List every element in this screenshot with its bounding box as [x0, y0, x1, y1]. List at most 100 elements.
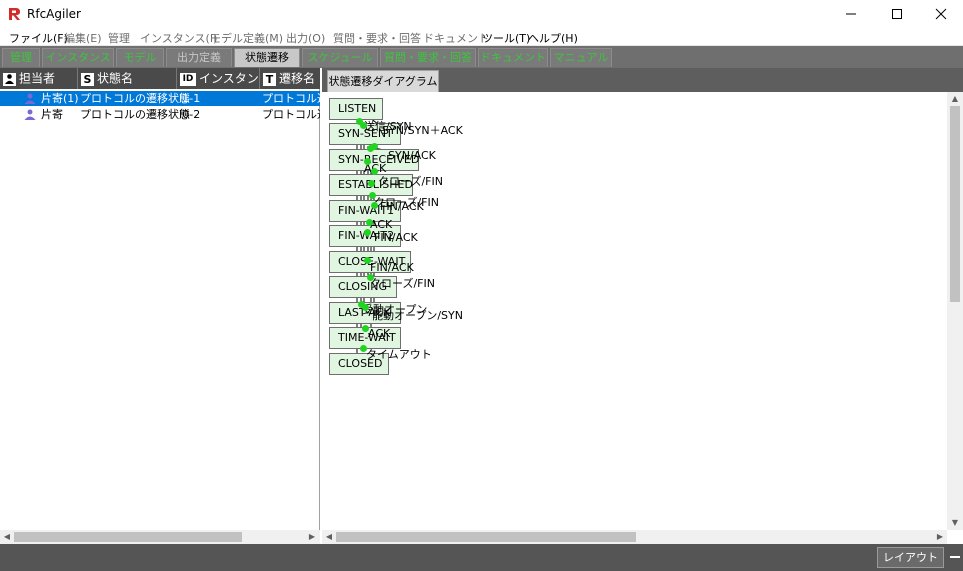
column-state-name[interactable]: S 状態名: [78, 68, 177, 89]
status-bar: レイアウト: [0, 544, 963, 571]
transition-handle[interactable]: [364, 229, 371, 236]
tab-admin[interactable]: 管理: [2, 48, 40, 67]
maximize-button[interactable]: [874, 0, 920, 28]
menu-instance[interactable]: インスタンス(I): [140, 30, 217, 46]
collapse-icon[interactable]: [950, 556, 960, 558]
tab-document[interactable]: ドキュメント: [478, 48, 548, 67]
cell-owner: 片寄(1): [41, 92, 79, 105]
column-instance-id-label: インスタンスID: [199, 71, 259, 86]
scroll-left-icon[interactable]: ◀: [322, 530, 336, 544]
transition-label[interactable]: 能動オープン/SYN: [372, 310, 463, 322]
transition-label[interactable]: SYN/SYN＋ACK: [382, 125, 463, 137]
person-icon: [3, 72, 16, 86]
transition-handle[interactable]: [360, 122, 367, 129]
transition-label[interactable]: タイムアウト: [366, 349, 432, 361]
diagram-tabbar: 状態遷移ダイアグラム: [322, 68, 963, 92]
scroll-right-icon[interactable]: ▶: [933, 530, 947, 544]
transition-label[interactable]: SYN/ACK: [388, 150, 436, 162]
menu-bar: ファイル(F) 編集(E) 管理 インスタンス(I) モデル定義(M) 出力(O…: [0, 28, 963, 46]
menu-qa[interactable]: 質問・要求・回答: [333, 30, 421, 46]
state-listen[interactable]: LISTEN: [329, 98, 383, 120]
tab-state-transition[interactable]: 状態遷移: [234, 48, 300, 67]
tab-manual[interactable]: マニュアル: [550, 48, 612, 67]
column-transition-label: 遷移名: [279, 71, 316, 86]
list-horizontal-scrollbar[interactable]: ◀ ▶: [0, 530, 320, 544]
module-tabstrip: 管理 インスタンス モデル 出力定義 状態遷移 スケジュール 質問・要求・回答 …: [0, 46, 963, 68]
close-button[interactable]: [918, 0, 963, 28]
scrollbar-thumb[interactable]: [336, 532, 636, 542]
scrollbar-thumb[interactable]: [14, 532, 242, 542]
close-icon: [935, 8, 947, 20]
tab-model[interactable]: モデル: [116, 48, 164, 67]
menu-output[interactable]: 出力(O): [286, 30, 325, 46]
person-icon: [24, 109, 36, 120]
transition-label[interactable]: ACK: [368, 328, 390, 340]
diagram-horizontal-scrollbar[interactable]: ◀ ▶: [322, 530, 947, 544]
diagram-pane: 状態遷移ダイアグラム LISTEN SYN-SENT SYN-RECEIVED …: [322, 68, 963, 544]
transition-handle[interactable]: [367, 274, 374, 281]
tab-output-definition[interactable]: 出力定義: [166, 48, 232, 67]
scroll-down-icon[interactable]: ▼: [948, 516, 962, 530]
tab-schedule[interactable]: スケジュール: [302, 48, 378, 67]
id-icon: ID: [180, 72, 196, 86]
tab-qa[interactable]: 質問・要求・回答: [380, 48, 476, 67]
scroll-left-icon[interactable]: ◀: [0, 530, 14, 544]
cell-state-name: プロトコルの遷移状態: [80, 92, 190, 105]
cell-instance-id: I1-1: [179, 92, 201, 105]
tab-instance[interactable]: インスタンス: [42, 48, 114, 67]
cell-state-name: プロトコルの遷移状態: [80, 108, 190, 121]
minimize-icon: [846, 13, 856, 15]
transition-t-icon: T: [263, 72, 276, 86]
transition-handle[interactable]: [360, 345, 367, 352]
scroll-up-icon[interactable]: ▲: [948, 92, 962, 106]
diagram-canvas[interactable]: LISTEN SYN-SENT SYN-RECEIVED ESTABLISHED…: [322, 92, 947, 530]
column-instance-id[interactable]: IDインスタンスID: [177, 68, 260, 89]
column-state-name-label: 状態名: [97, 71, 134, 86]
window-title: RfcAgiler: [27, 7, 81, 21]
transition-handle[interactable]: [371, 168, 378, 175]
person-icon: [24, 93, 36, 104]
list-header: 担当者 S状態名 IDインスタンスID T遷移名: [0, 68, 320, 89]
transition-handle[interactable]: [368, 180, 375, 187]
transition-handle[interactable]: [371, 202, 378, 209]
scrollbar-thumb[interactable]: [950, 106, 960, 302]
column-owner-label: 担当者: [19, 71, 56, 86]
column-owner[interactable]: 担当者: [0, 68, 78, 89]
cell-owner: 片寄: [41, 108, 63, 121]
minimize-button[interactable]: [828, 0, 874, 28]
instance-list-pane: 担当者 S状態名 IDインスタンスID T遷移名 片寄(1) プロトコルの遷移状…: [0, 68, 320, 544]
title-bar: RfcAgiler: [0, 0, 963, 28]
menu-edit[interactable]: 編集(E): [64, 30, 102, 46]
scroll-right-icon[interactable]: ▶: [305, 530, 319, 544]
transition-handle[interactable]: [362, 325, 369, 332]
menu-file[interactable]: ファイル(F): [9, 30, 68, 46]
menu-help[interactable]: ヘルプ(H): [528, 30, 578, 46]
table-row[interactable]: 片寄 プロトコルの遷移状態 I0-2 プロトコル遷移: [0, 107, 320, 122]
menu-document[interactable]: ドキュメント: [423, 30, 489, 46]
transition-handle[interactable]: [364, 158, 371, 165]
tab-state-transition-diagram[interactable]: 状態遷移ダイアグラム: [327, 70, 439, 92]
transition-label[interactable]: FIN/ACK: [374, 232, 418, 244]
table-row[interactable]: 片寄(1) プロトコルの遷移状態 I1-1 プロトコル遷移: [0, 91, 320, 106]
layout-button[interactable]: レイアウト: [877, 547, 944, 568]
transition-label[interactable]: FIN/ACK: [370, 262, 414, 274]
menu-tools[interactable]: ツール(T): [482, 30, 530, 46]
app-logo-icon: [9, 8, 20, 20]
transition-handle[interactable]: [371, 143, 378, 150]
transition-label[interactable]: ACK: [370, 219, 392, 231]
transition-label[interactable]: クローズ/FIN: [374, 197, 439, 209]
column-transition[interactable]: T 遷移名: [260, 68, 320, 89]
menu-admin[interactable]: 管理: [108, 30, 130, 46]
cell-instance-id: I0-2: [179, 108, 201, 121]
transition-handle[interactable]: [369, 192, 376, 199]
cell-transition: プロトコル遷移: [262, 92, 320, 105]
maximize-icon: [892, 9, 902, 19]
menu-model[interactable]: モデル定義(M): [210, 30, 283, 46]
transition-handle[interactable]: [364, 257, 371, 264]
transition-handle[interactable]: [362, 304, 369, 311]
cell-transition: プロトコル遷移: [262, 108, 320, 121]
transition-handle[interactable]: [366, 219, 373, 226]
transition-label[interactable]: クローズ/FIN: [378, 176, 443, 188]
transition-label[interactable]: クローズ/FIN: [370, 278, 435, 290]
diagram-vertical-scrollbar[interactable]: ▲ ▼: [947, 92, 963, 530]
